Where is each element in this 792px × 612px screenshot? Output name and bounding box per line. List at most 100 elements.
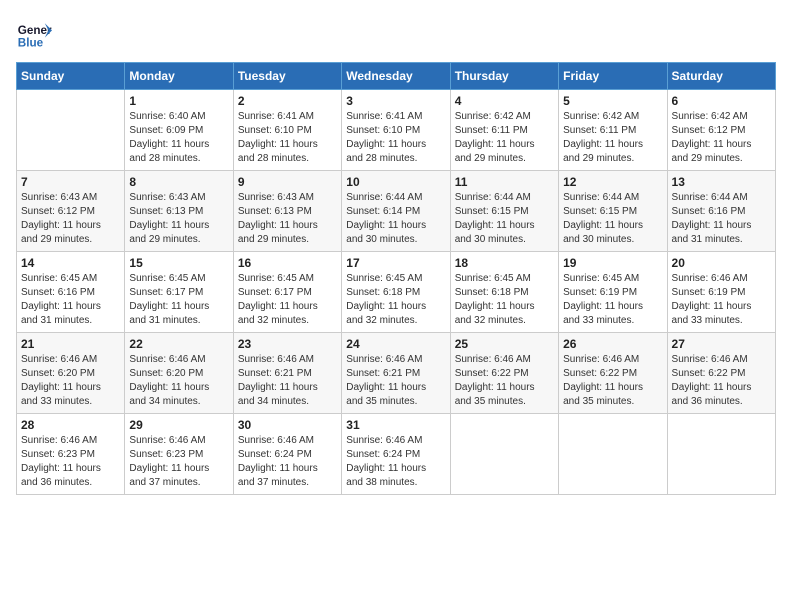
day-header-wednesday: Wednesday <box>342 63 450 90</box>
day-cell: 17 Sunrise: 6:45 AM Sunset: 6:18 PM Dayli… <box>342 252 450 333</box>
day-detail: Sunrise: 6:41 AM Sunset: 6:10 PM Dayligh… <box>346 110 445 166</box>
day-cell <box>17 90 125 171</box>
day-cell: 31Sunrise: 6:46 AM Sunset: 6:24 PM Dayli… <box>342 414 450 495</box>
day-detail: Sunrise: 6:41 AM Sunset: 6:10 PM Dayligh… <box>238 110 337 166</box>
svg-text:Blue: Blue <box>18 37 44 50</box>
day-number: 28 <box>21 418 120 432</box>
day-detail: Sunrise: 6:42 AM Sunset: 6:12 PM Dayligh… <box>672 110 771 166</box>
day-cell: 30 Sunrise: 6:46 AM Sunset: 6:24 PM Dayli… <box>233 414 341 495</box>
day-number: 18 <box>455 256 554 270</box>
day-header-sunday: Sunday <box>17 63 125 90</box>
day-cell <box>559 414 667 495</box>
day-number: 30 <box>238 418 337 432</box>
day-cell: 4 Sunrise: 6:42 AM Sunset: 6:11 PM Daylig… <box>450 90 558 171</box>
day-cell: 6 Sunrise: 6:42 AM Sunset: 6:12 PM Daylig… <box>667 90 775 171</box>
day-detail: Sunrise: 6:46 AM Sunset: 6:22 PM Dayligh… <box>563 353 662 409</box>
day-cell: 16 Sunrise: 6:45 AM Sunset: 6:17 PM Dayli… <box>233 252 341 333</box>
day-detail: Sunrise: 6:42 AM Sunset: 6:11 PM Dayligh… <box>455 110 554 166</box>
day-number: 4 <box>455 94 554 108</box>
day-cell: 1Sunrise: 6:40 AM Sunset: 6:09 PM Daylig… <box>125 90 233 171</box>
day-detail: Sunrise: 6:45 AM Sunset: 6:16 PM Dayligh… <box>21 272 120 328</box>
day-cell: 10Sunrise: 6:44 AM Sunset: 6:14 PM Dayli… <box>342 171 450 252</box>
day-number: 15 <box>129 256 228 270</box>
day-detail: Sunrise: 6:43 AM Sunset: 6:12 PM Dayligh… <box>21 191 120 247</box>
day-number: 20 <box>672 256 771 270</box>
day-number: 24 <box>346 337 445 351</box>
day-cell: 15 Sunrise: 6:45 AM Sunset: 6:17 PM Dayli… <box>125 252 233 333</box>
day-number: 5 <box>563 94 662 108</box>
day-cell: 18 Sunrise: 6:45 AM Sunset: 6:18 PM Dayli… <box>450 252 558 333</box>
day-detail: Sunrise: 6:46 AM Sunset: 6:23 PM Dayligh… <box>21 434 120 490</box>
day-number: 8 <box>129 175 228 189</box>
day-cell: 19 Sunrise: 6:45 AM Sunset: 6:19 PM Dayli… <box>559 252 667 333</box>
day-detail: Sunrise: 6:42 AM Sunset: 6:11 PM Dayligh… <box>563 110 662 166</box>
day-cell: 25 Sunrise: 6:46 AM Sunset: 6:22 PM Dayli… <box>450 333 558 414</box>
day-cell: 7 Sunrise: 6:43 AM Sunset: 6:12 PM Daylig… <box>17 171 125 252</box>
day-cell: 13 Sunrise: 6:44 AM Sunset: 6:16 PM Dayli… <box>667 171 775 252</box>
day-detail: Sunrise: 6:46 AM Sunset: 6:21 PM Dayligh… <box>238 353 337 409</box>
day-cell: 2 Sunrise: 6:41 AM Sunset: 6:10 PM Daylig… <box>233 90 341 171</box>
day-cell: 28 Sunrise: 6:46 AM Sunset: 6:23 PM Dayli… <box>17 414 125 495</box>
day-number: 3 <box>346 94 445 108</box>
day-cell <box>667 414 775 495</box>
day-detail: Sunrise: 6:45 AM Sunset: 6:19 PM Dayligh… <box>563 272 662 328</box>
calendar-header: SundayMondayTuesdayWednesdayThursdayFrid… <box>17 63 776 90</box>
day-cell: 21Sunrise: 6:46 AM Sunset: 6:20 PM Dayli… <box>17 333 125 414</box>
day-detail: Sunrise: 6:45 AM Sunset: 6:17 PM Dayligh… <box>238 272 337 328</box>
day-cell: 26 Sunrise: 6:46 AM Sunset: 6:22 PM Dayli… <box>559 333 667 414</box>
day-detail: Sunrise: 6:45 AM Sunset: 6:17 PM Dayligh… <box>129 272 228 328</box>
day-cell: 11 Sunrise: 6:44 AM Sunset: 6:15 PM Dayli… <box>450 171 558 252</box>
day-detail: Sunrise: 6:44 AM Sunset: 6:15 PM Dayligh… <box>455 191 554 247</box>
day-number: 14 <box>21 256 120 270</box>
day-detail: Sunrise: 6:44 AM Sunset: 6:14 PM Dayligh… <box>346 191 445 247</box>
day-detail: Sunrise: 6:46 AM Sunset: 6:22 PM Dayligh… <box>455 353 554 409</box>
header-row: SundayMondayTuesdayWednesdayThursdayFrid… <box>17 63 776 90</box>
day-detail: Sunrise: 6:46 AM Sunset: 6:21 PM Dayligh… <box>346 353 445 409</box>
day-number: 2 <box>238 94 337 108</box>
day-number: 23 <box>238 337 337 351</box>
day-number: 27 <box>672 337 771 351</box>
day-detail: Sunrise: 6:45 AM Sunset: 6:18 PM Dayligh… <box>455 272 554 328</box>
day-header-tuesday: Tuesday <box>233 63 341 90</box>
day-cell: 8 Sunrise: 6:43 AM Sunset: 6:13 PM Daylig… <box>125 171 233 252</box>
day-cell: 12Sunrise: 6:44 AM Sunset: 6:15 PM Dayli… <box>559 171 667 252</box>
day-detail: Sunrise: 6:46 AM Sunset: 6:24 PM Dayligh… <box>238 434 337 490</box>
day-cell: 14 Sunrise: 6:45 AM Sunset: 6:16 PM Dayli… <box>17 252 125 333</box>
week-row-3: 14 Sunrise: 6:45 AM Sunset: 6:16 PM Dayli… <box>17 252 776 333</box>
day-cell: 22Sunrise: 6:46 AM Sunset: 6:20 PM Dayli… <box>125 333 233 414</box>
day-number: 31 <box>346 418 445 432</box>
day-number: 17 <box>346 256 445 270</box>
day-number: 7 <box>21 175 120 189</box>
day-detail: Sunrise: 6:44 AM Sunset: 6:15 PM Dayligh… <box>563 191 662 247</box>
day-number: 16 <box>238 256 337 270</box>
day-detail: Sunrise: 6:45 AM Sunset: 6:18 PM Dayligh… <box>346 272 445 328</box>
day-header-monday: Monday <box>125 63 233 90</box>
day-cell: 27Sunrise: 6:46 AM Sunset: 6:22 PM Dayli… <box>667 333 775 414</box>
day-cell <box>450 414 558 495</box>
logo-icon: General Blue <box>16 16 52 52</box>
day-number: 21 <box>21 337 120 351</box>
day-number: 29 <box>129 418 228 432</box>
day-number: 6 <box>672 94 771 108</box>
week-row-5: 28 Sunrise: 6:46 AM Sunset: 6:23 PM Dayli… <box>17 414 776 495</box>
day-cell: 29 Sunrise: 6:46 AM Sunset: 6:23 PM Dayli… <box>125 414 233 495</box>
day-number: 26 <box>563 337 662 351</box>
day-detail: Sunrise: 6:43 AM Sunset: 6:13 PM Dayligh… <box>129 191 228 247</box>
calendar-table: SundayMondayTuesdayWednesdayThursdayFrid… <box>16 62 776 495</box>
day-number: 25 <box>455 337 554 351</box>
day-cell: 9Sunrise: 6:43 AM Sunset: 6:13 PM Daylig… <box>233 171 341 252</box>
day-detail: Sunrise: 6:46 AM Sunset: 6:23 PM Dayligh… <box>129 434 228 490</box>
header: General Blue <box>16 16 776 52</box>
day-number: 13 <box>672 175 771 189</box>
day-header-saturday: Saturday <box>667 63 775 90</box>
day-detail: Sunrise: 6:44 AM Sunset: 6:16 PM Dayligh… <box>672 191 771 247</box>
day-cell: 3 Sunrise: 6:41 AM Sunset: 6:10 PM Daylig… <box>342 90 450 171</box>
day-header-thursday: Thursday <box>450 63 558 90</box>
day-header-friday: Friday <box>559 63 667 90</box>
day-detail: Sunrise: 6:46 AM Sunset: 6:20 PM Dayligh… <box>129 353 228 409</box>
day-detail: Sunrise: 6:46 AM Sunset: 6:19 PM Dayligh… <box>672 272 771 328</box>
day-cell: 24 Sunrise: 6:46 AM Sunset: 6:21 PM Dayli… <box>342 333 450 414</box>
day-number: 11 <box>455 175 554 189</box>
day-number: 19 <box>563 256 662 270</box>
week-row-4: 21 Sunrise: 6:46 AM Sunset: 6:20 PM Dayli… <box>17 333 776 414</box>
